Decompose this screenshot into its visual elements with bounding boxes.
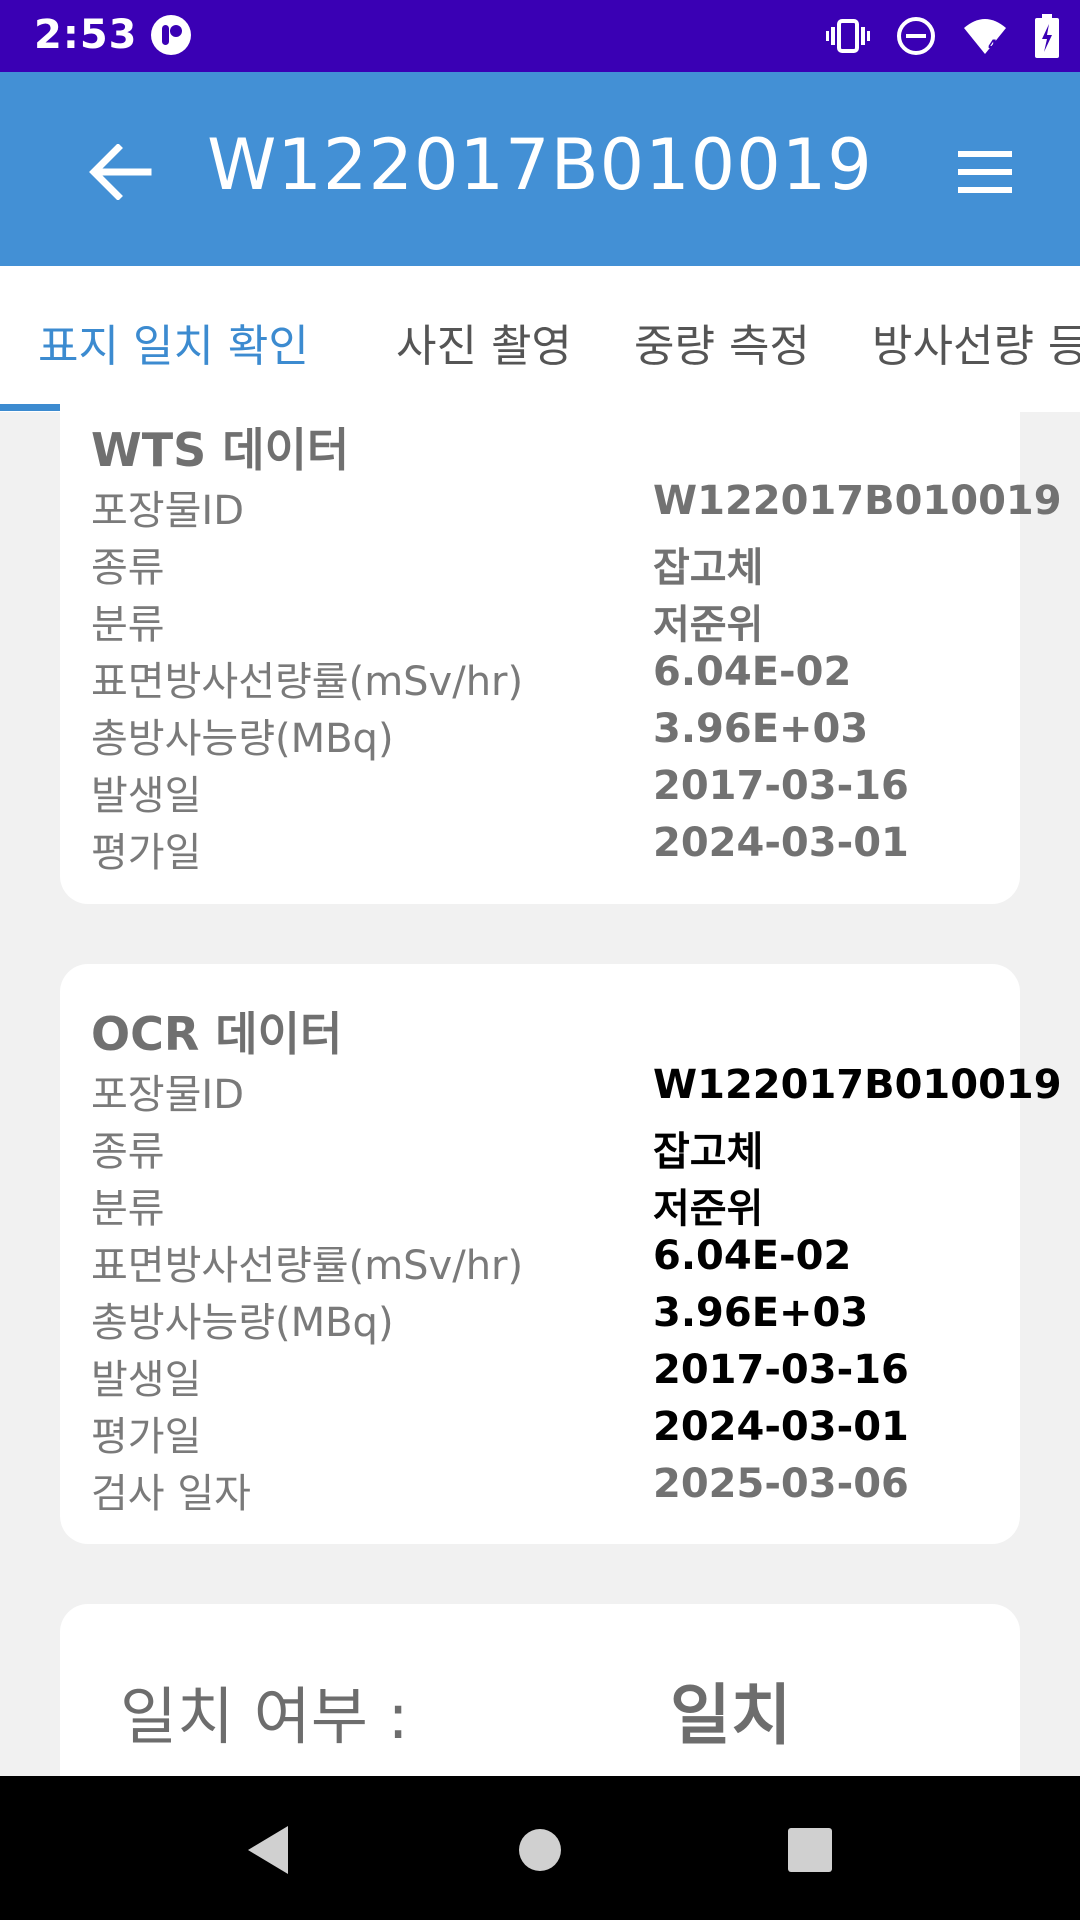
- row-label: 분류: [91, 602, 165, 648]
- match-label: 일치 여부 :: [120, 1680, 409, 1753]
- row-label: 포장물ID: [91, 488, 244, 534]
- tab-photo[interactable]: 사진 촬영: [396, 310, 572, 374]
- row-value: W122017B010019: [653, 478, 1062, 524]
- row-value: 2024-03-01: [653, 820, 909, 866]
- row-value: 잡고체: [653, 545, 764, 591]
- nav-home-icon: [519, 1829, 561, 1871]
- row-label: 표면방사선량률(mSv/hr): [91, 659, 524, 705]
- status-time: 2:53: [34, 12, 138, 58]
- wts-row: 발생일 2017-03-16: [91, 763, 991, 819]
- ocr-row: 표면방사선량률(mSv/hr) 6.04E-02: [91, 1233, 991, 1289]
- row-label: 종류: [91, 545, 165, 591]
- app-notification-icon: [150, 14, 192, 56]
- row-label: 총방사능량(MBq): [91, 716, 394, 762]
- row-label: 발생일: [91, 773, 202, 819]
- vibrate-icon: [826, 18, 870, 54]
- ocr-row: 포장물ID W122017B010019: [91, 1062, 1062, 1118]
- nav-back-button[interactable]: [238, 1820, 298, 1880]
- battery-charging-icon: [1034, 14, 1060, 58]
- row-label: 종류: [91, 1129, 165, 1175]
- row-label: 평가일: [91, 830, 202, 876]
- page-title: W122017B010019: [207, 124, 873, 206]
- tab-radiation[interactable]: 방사선량 등록: [872, 310, 1080, 374]
- ocr-card-title: OCR 데이터: [91, 1007, 343, 1061]
- ocr-row: 발생일 2017-03-16: [91, 1347, 991, 1403]
- row-value: 2025-03-06: [653, 1461, 909, 1507]
- wifi-icon: 4: [962, 16, 1008, 56]
- ocr-row: 분류 저준위: [91, 1176, 991, 1232]
- menu-button[interactable]: [952, 142, 1018, 202]
- wts-row: 분류 저준위: [91, 592, 991, 648]
- screen: 2:53 4 W122017B010019 표지 일치 확인 사진 촬영 중량 …: [0, 0, 1080, 1920]
- row-label: 분류: [91, 1186, 165, 1232]
- ocr-row: 총방사능량(MBq) 3.96E+03: [91, 1290, 991, 1346]
- ocr-data-card: OCR 데이터 포장물ID W122017B010019 종류 잡고체 분류 저…: [60, 964, 1062, 1544]
- wts-data-card: WTS 데이터 포장물ID W122017B010019 종류 잡고체 분류 저…: [60, 380, 1062, 904]
- ocr-row: 검사 일자 2025-03-06: [91, 1461, 991, 1517]
- ocr-row: 평가일 2024-03-01: [91, 1404, 991, 1460]
- row-label: 총방사능량(MBq): [91, 1300, 394, 1346]
- status-icons: 4: [826, 12, 1060, 60]
- nav-recents-icon: [788, 1828, 832, 1872]
- row-value: 6.04E-02: [653, 1233, 852, 1279]
- row-value: 3.96E+03: [653, 1290, 869, 1336]
- row-value: 저준위: [653, 1186, 764, 1232]
- row-label: 검사 일자: [91, 1471, 251, 1517]
- tab-label-match[interactable]: 표지 일치 확인: [38, 310, 309, 374]
- row-label: 포장물ID: [91, 1072, 244, 1118]
- navigation-bar: [0, 1776, 1080, 1920]
- row-label: 발생일: [91, 1357, 202, 1403]
- row-label: 표면방사선량률(mSv/hr): [91, 1243, 524, 1289]
- row-value: 3.96E+03: [653, 706, 869, 752]
- tab-weight[interactable]: 중량 측정: [634, 310, 810, 374]
- wts-row: 포장물ID W122017B010019: [91, 478, 1062, 534]
- row-value: 저준위: [653, 602, 764, 648]
- match-value: 일치: [670, 1677, 792, 1754]
- row-value: 2024-03-01: [653, 1404, 909, 1450]
- wts-card-title: WTS 데이터: [91, 423, 350, 477]
- nav-back-icon: [248, 1826, 288, 1874]
- svg-text:4: 4: [988, 38, 998, 54]
- wts-row: 평가일 2024-03-01: [91, 820, 991, 876]
- nav-recents-button[interactable]: [780, 1820, 840, 1880]
- hamburger-menu-icon: [958, 151, 1012, 193]
- status-bar: 2:53 4: [0, 0, 1080, 72]
- row-value: W122017B010019: [653, 1062, 1062, 1108]
- row-value: 2017-03-16: [653, 763, 909, 809]
- do-not-disturb-icon: [896, 16, 936, 56]
- row-value: 2017-03-16: [653, 1347, 909, 1393]
- nav-home-button[interactable]: [510, 1820, 570, 1880]
- wts-row: 표면방사선량률(mSv/hr) 6.04E-02: [91, 649, 991, 705]
- ocr-row: 종류 잡고체: [91, 1119, 991, 1175]
- app-bar: W122017B010019: [0, 72, 1080, 266]
- wts-row: 종류 잡고체: [91, 535, 991, 591]
- row-value: 6.04E-02: [653, 649, 852, 695]
- wts-row: 총방사능량(MBq) 3.96E+03: [91, 706, 991, 762]
- row-label: 평가일: [91, 1414, 202, 1460]
- row-value: 잡고체: [653, 1129, 764, 1175]
